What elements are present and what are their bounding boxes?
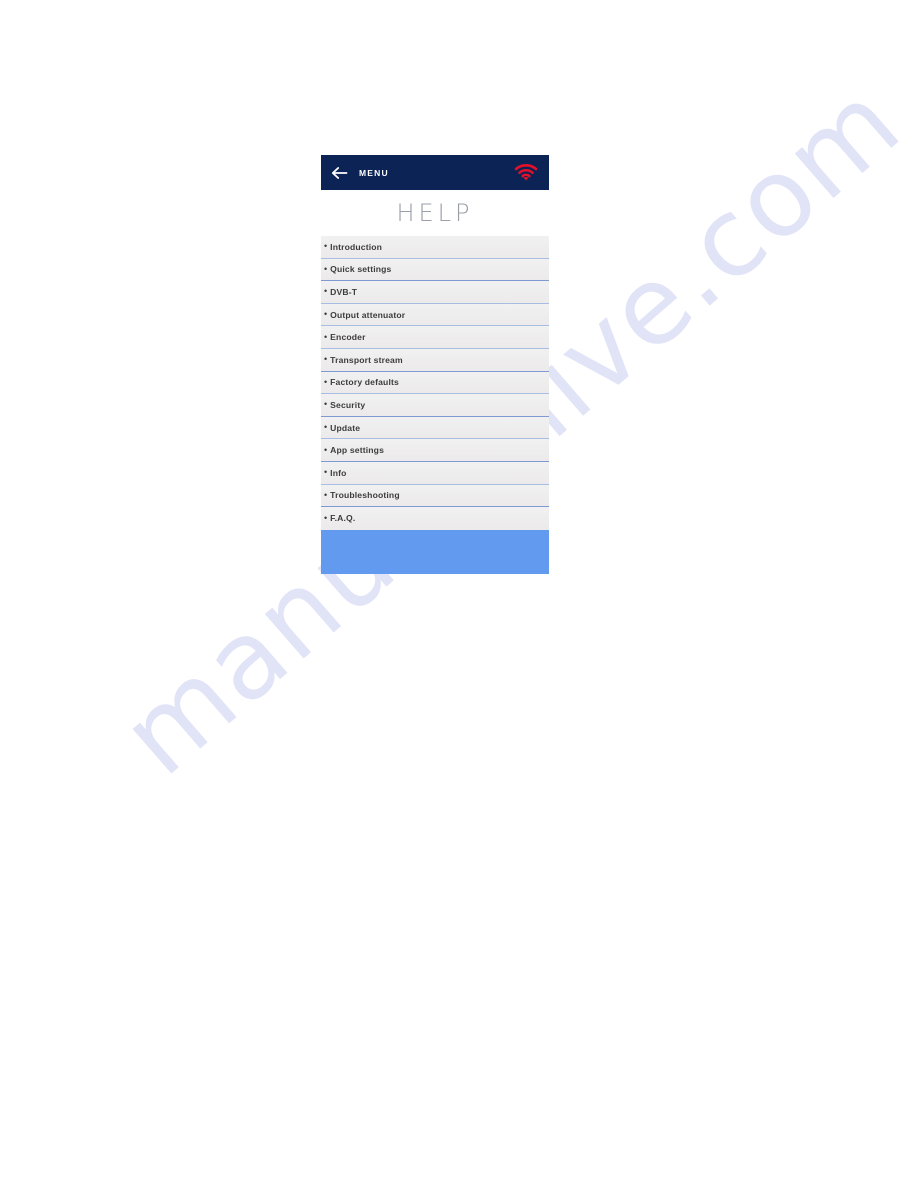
- list-item-label: Update: [330, 422, 361, 433]
- bullet-icon: •: [324, 263, 328, 274]
- list-item[interactable]: • Transport stream: [321, 348, 549, 372]
- list-item[interactable]: • F.A.Q.: [321, 507, 549, 530]
- bullet-icon: •: [324, 309, 328, 320]
- wifi-icon: [514, 163, 538, 181]
- list-item-label: F.A.Q.: [330, 513, 356, 524]
- list-item-label: Security: [330, 399, 366, 410]
- list-item[interactable]: • Info: [321, 461, 549, 485]
- list-item[interactable]: • Factory defaults: [321, 371, 549, 395]
- list-item[interactable]: • Troubleshooting: [321, 484, 549, 508]
- list-item-label: Encoder: [330, 332, 366, 343]
- bullet-icon: •: [324, 467, 328, 478]
- menu-label[interactable]: MENU: [359, 168, 514, 178]
- footer-block: [321, 529, 549, 574]
- list-item[interactable]: • Security: [321, 394, 549, 417]
- list-item[interactable]: • Introduction: [321, 236, 549, 259]
- list-item-label: Info: [330, 467, 347, 478]
- list-item-label: Factory defaults: [330, 377, 399, 388]
- app-screen: MENU HELP • Introduction • Quick setting…: [321, 155, 549, 574]
- bullet-icon: •: [324, 376, 328, 387]
- list-item-label: DVB-T: [330, 286, 358, 297]
- bullet-icon: •: [324, 512, 328, 523]
- title-area: HELP: [321, 190, 549, 236]
- bullet-icon: •: [324, 241, 328, 252]
- list-item[interactable]: • Update: [321, 416, 549, 440]
- top-navigation-bar: MENU: [321, 155, 549, 190]
- bullet-icon: •: [324, 422, 328, 433]
- list-item[interactable]: • Output attenuator: [321, 303, 549, 327]
- list-item-label: Introduction: [330, 241, 383, 252]
- help-topic-list: • Introduction • Quick settings • DVB-T …: [321, 236, 549, 530]
- back-arrow-icon[interactable]: [329, 163, 349, 183]
- list-item[interactable]: • Quick settings: [321, 258, 549, 282]
- list-item[interactable]: • Encoder: [321, 326, 549, 349]
- bullet-icon: •: [324, 354, 328, 365]
- list-item-label: Troubleshooting: [330, 490, 400, 501]
- list-item[interactable]: • App settings: [321, 439, 549, 462]
- list-item-label: Output attenuator: [330, 309, 406, 320]
- list-item-label: App settings: [330, 445, 384, 456]
- bullet-icon: •: [324, 489, 328, 500]
- bullet-icon: •: [324, 444, 328, 455]
- page-title: HELP: [396, 199, 474, 227]
- list-item[interactable]: • DVB-T: [321, 281, 549, 304]
- bullet-icon: •: [324, 399, 328, 410]
- bullet-icon: •: [324, 331, 328, 342]
- list-item-label: Transport stream: [330, 354, 403, 365]
- list-item-label: Quick settings: [330, 264, 392, 275]
- bullet-icon: •: [324, 286, 328, 297]
